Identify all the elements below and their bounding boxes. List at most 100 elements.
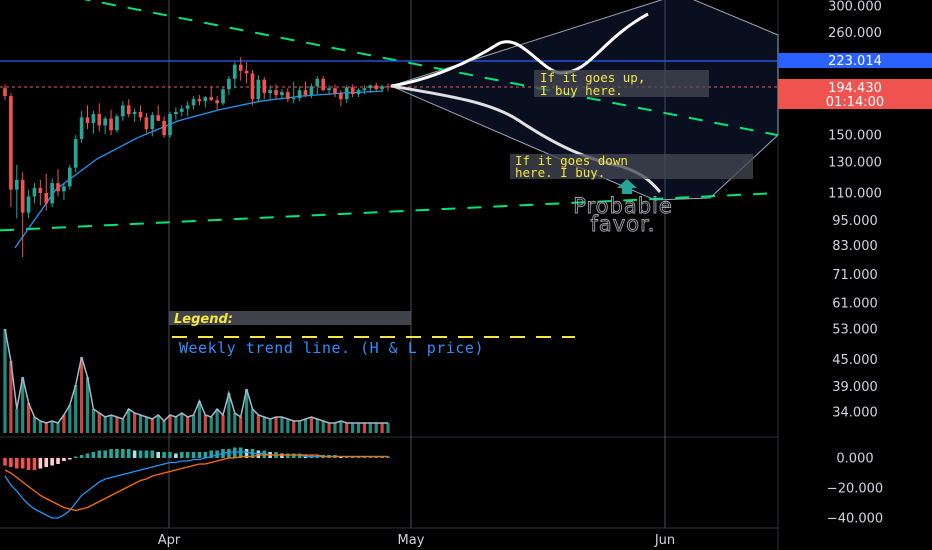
candle[interactable] <box>132 108 137 123</box>
candle-body <box>297 90 302 99</box>
macd-axis[interactable]: 0.000 −20.000 −40.000 <box>827 452 883 527</box>
macd-histogram-bar <box>174 453 178 458</box>
oscillator-bar <box>91 409 95 433</box>
oscillator-bar <box>115 417 119 433</box>
chart-canvas[interactable]: If it goes up, I buy here. If it goes do… <box>0 0 932 550</box>
candle[interactable] <box>50 178 54 208</box>
macd-histogram-bar <box>68 458 72 460</box>
macd-histogram-bar <box>44 458 49 467</box>
candle[interactable] <box>168 111 172 138</box>
candle[interactable] <box>315 76 320 95</box>
candle[interactable] <box>262 76 267 100</box>
oscillator-bar <box>44 423 48 433</box>
candle[interactable] <box>162 116 166 138</box>
candle[interactable] <box>203 96 208 108</box>
candle[interactable] <box>79 110 84 143</box>
candle[interactable] <box>356 88 361 98</box>
candle[interactable] <box>227 76 231 96</box>
candle[interactable] <box>374 82 379 92</box>
candle[interactable] <box>97 103 102 132</box>
oscillator-bar <box>80 357 84 433</box>
macd-histogram-bar <box>144 450 149 458</box>
candle[interactable] <box>344 85 349 104</box>
oscillator-bar <box>156 415 160 433</box>
candle[interactable] <box>156 105 161 121</box>
candle[interactable] <box>268 85 272 101</box>
candle-body <box>150 115 155 130</box>
candle-body <box>380 86 384 90</box>
candle[interactable] <box>109 109 113 136</box>
candle-body <box>303 90 308 96</box>
candle[interactable] <box>126 99 131 118</box>
candle[interactable] <box>73 135 78 173</box>
candle[interactable] <box>291 81 296 104</box>
candle[interactable] <box>280 89 284 100</box>
macd-histogram-bar <box>79 455 84 458</box>
oscillator-bar <box>268 419 272 433</box>
oscillator-bar <box>327 423 331 433</box>
price-tick-label: 150.000 <box>828 129 882 144</box>
candle[interactable] <box>244 62 249 84</box>
candle[interactable] <box>14 164 19 219</box>
candle[interactable] <box>32 183 37 204</box>
candle-body <box>97 114 102 126</box>
candle[interactable] <box>250 69 255 106</box>
price-tick-label: 95.000 <box>832 214 878 229</box>
candle[interactable] <box>185 101 190 117</box>
candle-body <box>315 78 320 87</box>
candle[interactable] <box>179 105 184 117</box>
candle[interactable] <box>174 107 178 120</box>
candle[interactable] <box>286 88 290 103</box>
candle[interactable] <box>26 189 31 219</box>
candle[interactable] <box>232 62 237 89</box>
candle[interactable] <box>144 112 149 133</box>
candle[interactable] <box>91 110 96 134</box>
candle-body <box>62 186 66 192</box>
candle[interactable] <box>362 85 367 95</box>
macd-histogram-bar <box>26 458 31 470</box>
candle[interactable] <box>56 169 60 197</box>
candle[interactable] <box>256 75 261 103</box>
candle-body <box>209 97 214 101</box>
candle[interactable] <box>9 93 13 208</box>
candle[interactable] <box>350 84 355 98</box>
candle-body <box>103 118 107 126</box>
candle[interactable] <box>333 84 337 98</box>
candle[interactable] <box>221 86 225 106</box>
candle[interactable] <box>20 172 25 258</box>
candle[interactable] <box>191 96 196 110</box>
candle-body <box>250 73 255 100</box>
oscillator-bar <box>309 417 313 433</box>
oscillator-bar <box>150 419 154 433</box>
candle[interactable] <box>321 76 326 92</box>
candle[interactable] <box>386 83 390 92</box>
oscillator-bar <box>256 415 260 433</box>
candle[interactable] <box>121 101 125 121</box>
candle[interactable] <box>103 116 107 134</box>
oscillator-bar <box>103 417 107 433</box>
candle-body <box>280 92 284 96</box>
time-axis[interactable]: Apr May Jun <box>158 533 675 548</box>
price-tick-label: 53.000 <box>832 323 878 338</box>
candle-body <box>132 111 137 115</box>
candle[interactable] <box>215 96 219 110</box>
candle[interactable] <box>303 81 308 98</box>
down-note-line-2: here. I buy. <box>515 165 605 180</box>
candle[interactable] <box>197 95 202 106</box>
current-price-text: 194.430 <box>828 81 882 96</box>
candle[interactable] <box>297 86 302 102</box>
candle[interactable] <box>209 86 214 102</box>
candle[interactable] <box>62 183 66 200</box>
candle[interactable] <box>38 179 43 206</box>
candle[interactable] <box>115 114 119 133</box>
candle-body <box>362 88 367 91</box>
oscillator-bar <box>380 423 384 433</box>
price-tick-label: 260.000 <box>828 26 882 41</box>
candle[interactable] <box>85 105 90 130</box>
candle[interactable] <box>138 105 143 121</box>
price-tick-label: 61.000 <box>832 296 878 311</box>
candle[interactable] <box>67 164 72 190</box>
candle-body <box>333 88 337 94</box>
oscillator-bar <box>298 421 302 433</box>
macd-histogram-bar <box>14 458 19 469</box>
